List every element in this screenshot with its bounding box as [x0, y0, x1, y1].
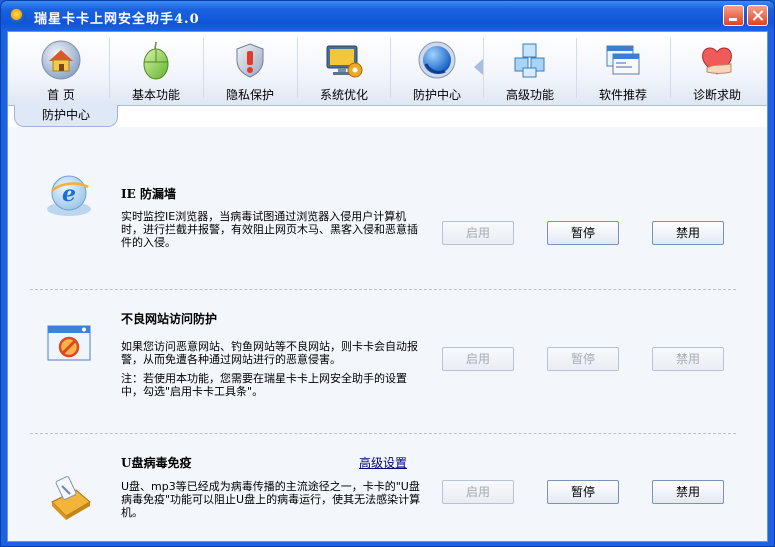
mouse-icon — [143, 41, 169, 80]
shield-icon — [236, 43, 264, 78]
disable-button[interactable]: 禁用 — [652, 221, 724, 245]
windows-icon — [606, 45, 640, 75]
app-logo-icon[interactable] — [10, 8, 26, 24]
section-title: U盘病毒免疫 — [121, 456, 192, 470]
section-description: 实时监控IE浏览器，当病毒试图通过浏览器入侵用户计算机时，进行拦截并报警，有效阻… — [121, 210, 418, 249]
nav-label: 首 页 — [47, 88, 75, 102]
pause-button[interactable]: 暂停 — [547, 347, 619, 371]
bad-website-section: 不良网站访问防护 如果您访问恶意网站、钓鱼网站等不良网站，则卡卡会自动报警，从而… — [8, 290, 767, 428]
sub-tab-bar: 防护中心 — [8, 105, 767, 127]
nav-item-privacy[interactable]: 隐私保护 — [204, 32, 296, 104]
client-area: 首 页 基本功能 隐私保护 系统优化 防护中心 高级功能 软件推荐 诊断求助 防… — [7, 31, 768, 542]
cubes-icon — [514, 43, 545, 78]
app-window: 瑞星卡卡上网安全助手4.0 首 页 基本功能 隐私保护 系统优化 防护中心 高级… — [0, 0, 775, 547]
enable-button[interactable]: 启用 — [442, 347, 514, 371]
nav-item-protection[interactable]: 防护中心 — [391, 32, 483, 104]
close-button[interactable] — [747, 5, 768, 26]
window-title: 瑞星卡卡上网安全助手4.0 — [34, 12, 200, 27]
blocked-website-icon — [47, 325, 91, 361]
monitor-gear-icon — [326, 45, 363, 78]
usb-drive-icon — [51, 476, 91, 520]
pause-button[interactable]: 暂停 — [547, 480, 619, 504]
tab-protection-center[interactable]: 防护中心 — [14, 105, 118, 127]
section-description: 如果您访问恶意网站、钓鱼网站等不良网站，则卡卡会自动报警，从而免遭各种通过网站进… — [121, 340, 418, 366]
main-toolbar: 首 页 基本功能 隐私保护 系统优化 防护中心 高级功能 软件推荐 诊断求助 — [8, 32, 767, 106]
section-title: 不良网站访问防护 — [121, 312, 218, 326]
home-icon — [41, 40, 81, 80]
ie-browser-icon: e — [47, 175, 91, 216]
usb-immunity-section: U盘病毒免疫 高级设置 U盘、mp3等已经成为病毒传播的主流途径之一，卡卡的"U… — [8, 434, 767, 546]
section-title: IE 防漏墙 — [121, 187, 176, 201]
heart-hand-icon — [702, 47, 732, 75]
advanced-settings-link[interactable]: 高级设置 — [359, 454, 407, 471]
nav-label: 软件推荐 — [598, 88, 647, 102]
nav-label: 隐私保护 — [225, 88, 274, 102]
protection-content: e IE 防漏墙 实时监控IE浏览器，当病毒试图通过浏览器入侵用户计算机时，进行… — [8, 127, 767, 541]
nav-item-basic[interactable]: 基本功能 — [110, 32, 202, 104]
section-note: 注：若使用本功能，您需要在瑞星卡卡上网安全助手的设置中，勾选"启用卡卡工具条"。 — [121, 372, 407, 398]
title-bar[interactable]: 瑞星卡卡上网安全助手4.0 — [1, 1, 774, 31]
nav-item-optimize[interactable]: 系统优化 — [298, 32, 390, 104]
nav-item-software[interactable]: 软件推荐 — [577, 32, 669, 104]
nav-label: 防护中心 — [412, 88, 461, 102]
enable-button[interactable]: 启用 — [442, 480, 514, 504]
nav-label: 基本功能 — [131, 88, 180, 102]
nav-item-advanced[interactable]: 高级功能 — [484, 32, 576, 104]
nav-item-home[interactable]: 首 页 — [15, 32, 107, 104]
nav-label: 高级功能 — [505, 88, 554, 102]
protection-globe-icon — [418, 41, 456, 79]
section-description: U盘、mp3等已经成为病毒传播的主流途径之一，卡卡的"U盘病毒免疫"功能可以阻止… — [121, 480, 421, 519]
enable-button[interactable]: 启用 — [442, 221, 514, 245]
active-nav-indicator — [474, 59, 483, 75]
disable-button[interactable]: 禁用 — [652, 480, 724, 504]
pause-button[interactable]: 暂停 — [547, 221, 619, 245]
nav-label: 系统优化 — [319, 88, 368, 102]
ie-firewall-section: e IE 防漏墙 实时监控IE浏览器，当病毒试图通过浏览器入侵用户计算机时，进行… — [8, 147, 767, 285]
nav-label: 诊断求助 — [692, 88, 741, 102]
nav-item-help[interactable]: 诊断求助 — [671, 32, 763, 104]
disable-button[interactable]: 禁用 — [652, 347, 724, 371]
minimize-button[interactable] — [723, 5, 744, 26]
